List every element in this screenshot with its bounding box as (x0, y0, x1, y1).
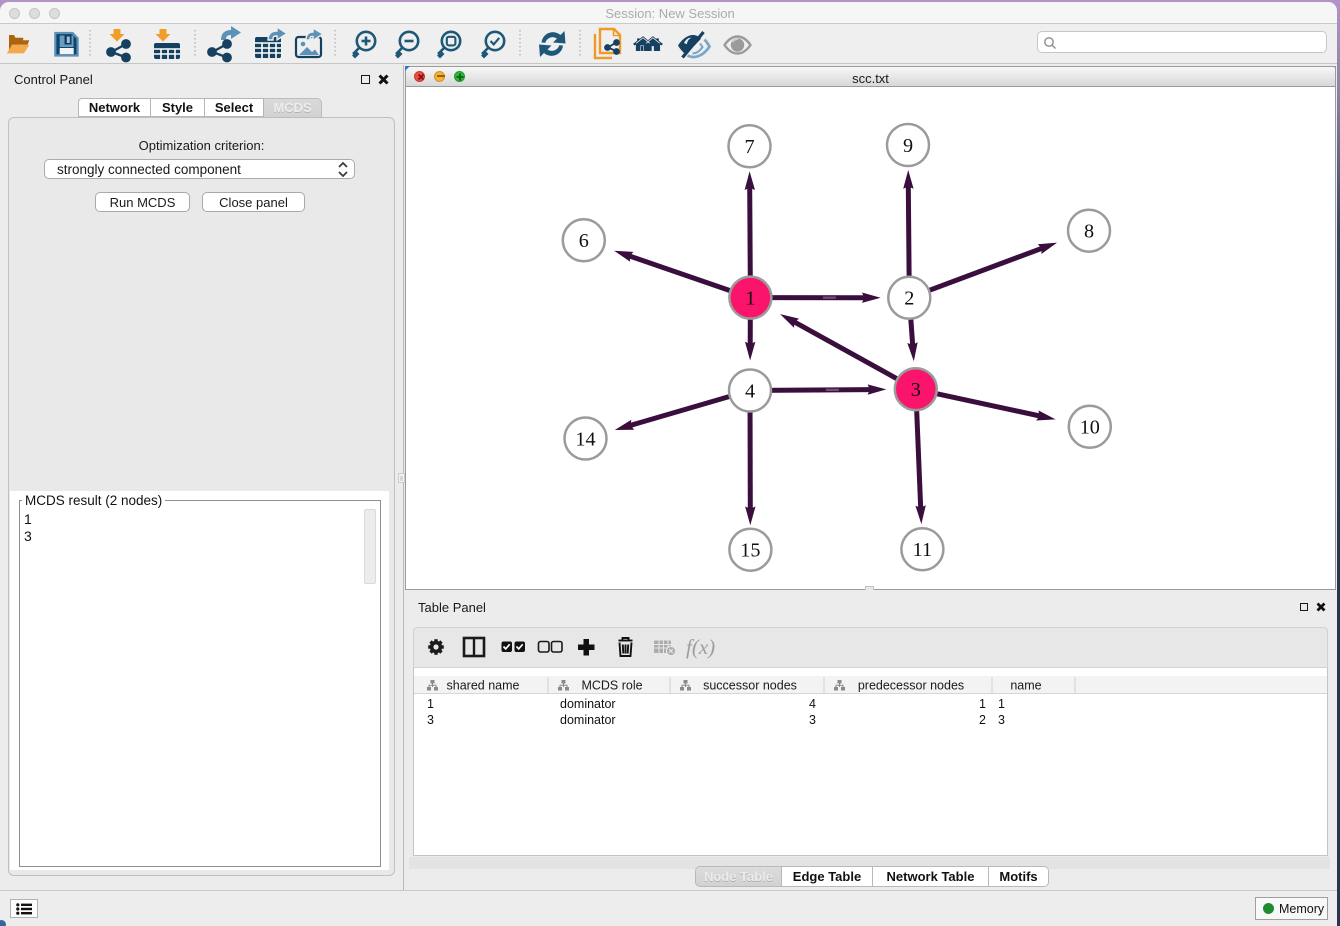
svg-text:2: 2 (904, 288, 914, 310)
svg-text:f(x): f(x) (686, 635, 715, 659)
svg-text:11: 11 (913, 539, 932, 561)
svg-text:7: 7 (744, 136, 754, 158)
svg-text:name: name (1010, 679, 1041, 693)
svg-text:1: 1 (745, 288, 755, 310)
svg-text:9: 9 (903, 135, 913, 157)
svg-text:3: 3 (911, 379, 921, 401)
svg-text:shared name: shared name (447, 679, 520, 693)
svg-text:predecessor nodes: predecessor nodes (858, 679, 964, 693)
svg-text:15: 15 (740, 540, 760, 562)
svg-text:10: 10 (1080, 417, 1100, 439)
svg-text:successor nodes: successor nodes (703, 679, 797, 693)
svg-text:14: 14 (575, 428, 595, 450)
svg-text:MCDS role: MCDS role (581, 679, 642, 693)
svg-text:8: 8 (1084, 221, 1094, 243)
svg-text:6: 6 (579, 230, 589, 252)
svg-text:4: 4 (745, 380, 755, 402)
